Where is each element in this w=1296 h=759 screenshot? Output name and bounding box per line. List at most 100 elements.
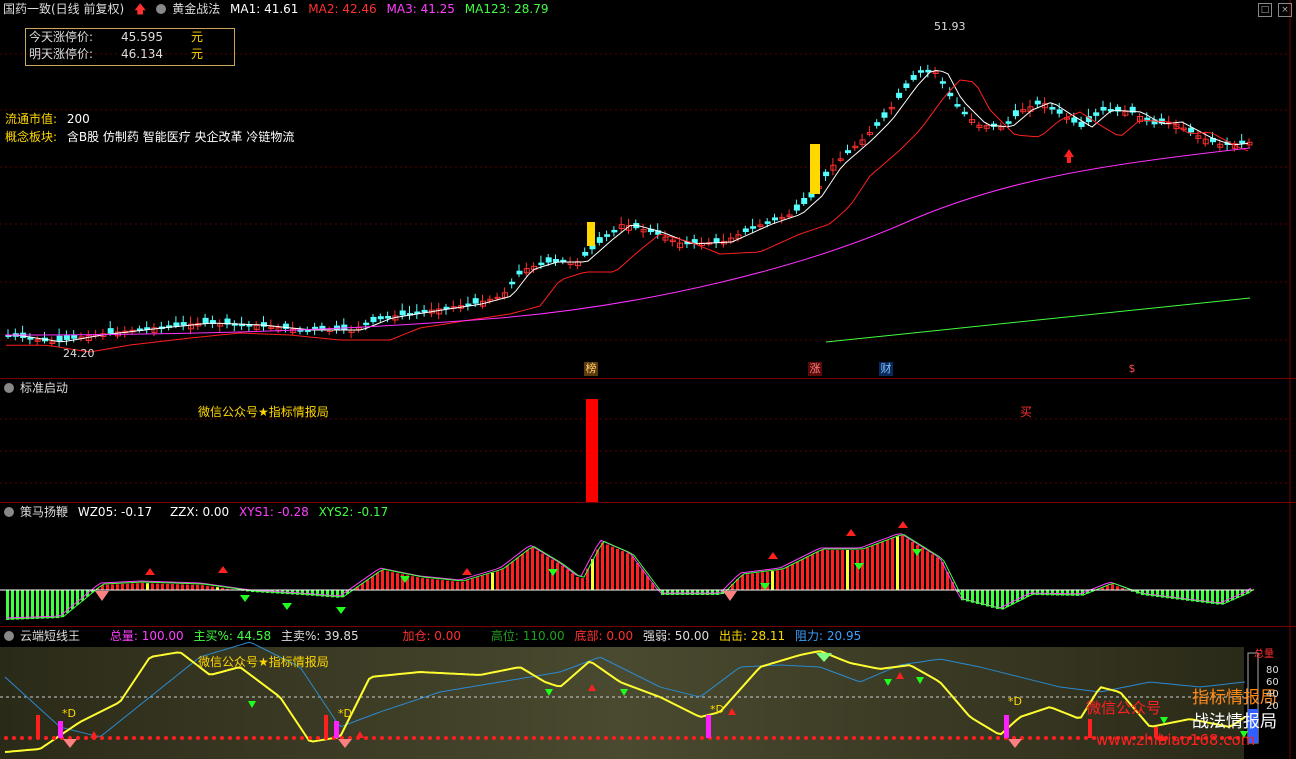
bottom-dot bbox=[52, 736, 56, 740]
down-signal-icon bbox=[916, 677, 924, 684]
yunduan-panel[interactable]: 云端短线王 总量: 100.00 主买%: 44.58 主卖%: 39.85 加… bbox=[0, 626, 1296, 758]
histogram-bar bbox=[546, 557, 549, 590]
histogram-bar bbox=[161, 584, 164, 590]
bottom-dot bbox=[188, 736, 192, 740]
tomorrow-limit-value: 46.134 bbox=[121, 46, 191, 63]
candle-body bbox=[802, 199, 807, 204]
histogram-bar bbox=[561, 566, 564, 590]
histogram-bar bbox=[486, 574, 489, 590]
panel-menu-icon[interactable] bbox=[4, 383, 14, 393]
histogram-bar bbox=[771, 571, 774, 590]
candle-body bbox=[897, 93, 902, 97]
histogram-bar bbox=[866, 548, 869, 590]
bottom-dot bbox=[500, 736, 504, 740]
bottom-dot bbox=[260, 736, 264, 740]
bottom-dot bbox=[636, 736, 640, 740]
bottom-dot bbox=[692, 736, 696, 740]
candle-body bbox=[743, 229, 748, 232]
candle-body bbox=[1094, 113, 1099, 116]
event-tag-bang[interactable]: 榜 bbox=[584, 362, 598, 376]
concept-row: 概念板块: 含B股 仿制药 智能医疗 央企改革 冷链物流 bbox=[5, 128, 294, 145]
magenta-bar bbox=[58, 721, 63, 738]
ma3-line bbox=[5, 148, 1250, 335]
stock-title[interactable]: 国药一致(日线 前复权) bbox=[3, 2, 124, 16]
histogram-bar bbox=[896, 537, 899, 591]
histogram-bar bbox=[431, 579, 434, 590]
histogram-bar bbox=[936, 558, 939, 591]
candle-body bbox=[1079, 122, 1084, 126]
bottom-dot bbox=[460, 736, 464, 740]
event-tag-cai[interactable]: 财 bbox=[879, 362, 893, 376]
histogram-bar bbox=[21, 590, 24, 619]
candle-body bbox=[1072, 118, 1077, 122]
bottom-dot bbox=[84, 736, 88, 740]
event-tag-zhang[interactable]: 涨 bbox=[808, 362, 822, 376]
candle-body bbox=[510, 282, 515, 284]
buy-pct-value: 主买%: 44.58 bbox=[194, 629, 272, 643]
bottom-dot bbox=[196, 736, 200, 740]
restore-icon[interactable]: □ bbox=[1258, 3, 1272, 17]
bottom-dot bbox=[676, 736, 680, 740]
bottom-dot bbox=[12, 736, 16, 740]
bottom-dot bbox=[1052, 736, 1056, 740]
diamond-icon bbox=[338, 739, 352, 748]
histogram-bar bbox=[776, 571, 779, 591]
histogram-bar bbox=[416, 577, 419, 590]
candle-body bbox=[1189, 128, 1194, 132]
histogram-bar bbox=[1106, 586, 1109, 590]
histogram-bar bbox=[791, 565, 794, 591]
bottom-dot bbox=[284, 736, 288, 740]
yunduan-header: 云端短线王 总量: 100.00 主买%: 44.58 主卖%: 39.85 加… bbox=[0, 627, 867, 645]
scale-top-label: 总量 bbox=[1254, 645, 1274, 660]
cemayangbian-title[interactable]: 策马扬鞭 bbox=[20, 505, 68, 519]
standard-start-title[interactable]: 标准启动 bbox=[20, 381, 68, 395]
candle-body bbox=[846, 151, 851, 153]
watermark-text: 微信公众号★指标情报局 bbox=[198, 653, 329, 670]
bottom-dot bbox=[244, 736, 248, 740]
candle-body bbox=[597, 238, 602, 243]
standard-start-panel[interactable]: 标准启动 微信公众号★指标情报局 买 bbox=[0, 378, 1296, 502]
candle-body bbox=[751, 227, 756, 229]
bottom-dot bbox=[772, 736, 776, 740]
up-signal-icon bbox=[145, 568, 155, 575]
histogram-bar bbox=[606, 545, 609, 590]
histogram-bar bbox=[506, 565, 509, 590]
event-tag-dollar[interactable]: $ bbox=[1126, 362, 1138, 376]
histogram-bar bbox=[471, 579, 474, 590]
indicator-name[interactable]: 黄金战法 bbox=[172, 2, 220, 16]
bottom-dot bbox=[932, 736, 936, 740]
down-signal-icon bbox=[884, 679, 892, 686]
panel-menu-icon[interactable] bbox=[4, 631, 14, 641]
panel-menu-icon[interactable] bbox=[4, 507, 14, 517]
bottom-dot bbox=[820, 736, 824, 740]
price-panel[interactable]: 国药一致(日线 前复权) 🡅 黄金战法 MA1: 41.61 MA2: 42.4… bbox=[0, 0, 1296, 378]
float-value: 200 bbox=[67, 112, 90, 126]
bottom-dot bbox=[596, 736, 600, 740]
limit-price-box: 今天涨停价:45.595元 明天涨停价:46.134元 bbox=[25, 28, 235, 66]
indicator-menu-icon[interactable] bbox=[156, 4, 166, 14]
candle-body bbox=[605, 235, 610, 237]
candle-body bbox=[378, 317, 383, 319]
bottom-dot bbox=[996, 736, 1000, 740]
red-volume-bar bbox=[36, 715, 40, 738]
histogram-bar bbox=[496, 571, 499, 590]
high-value: 高位: 110.00 bbox=[491, 629, 565, 643]
histogram-bar bbox=[921, 548, 924, 590]
bottom-dot bbox=[836, 736, 840, 740]
up-signal-icon bbox=[462, 568, 472, 575]
close-icon[interactable]: × bbox=[1278, 3, 1292, 17]
bottom-dot bbox=[1068, 736, 1072, 740]
low-price-mark: 24.20 bbox=[63, 347, 95, 360]
bottom-dot bbox=[180, 736, 184, 740]
bottom-dot bbox=[892, 736, 896, 740]
cemayangbian-panel[interactable]: 策马扬鞭 WZ05: -0.17 ZZX: 0.00 XYS1: -0.28 X… bbox=[0, 502, 1296, 626]
candle-body bbox=[386, 316, 391, 318]
cemayangbian-header: 策马扬鞭 WZ05: -0.17 ZZX: 0.00 XYS1: -0.28 X… bbox=[0, 503, 394, 521]
candle-body bbox=[174, 323, 179, 326]
histogram-bar bbox=[41, 590, 44, 619]
bottom-dot bbox=[948, 736, 952, 740]
histogram-bar bbox=[531, 548, 534, 590]
histogram-bar bbox=[206, 586, 209, 590]
yunduan-title[interactable]: 云端短线王 bbox=[20, 629, 80, 643]
histogram-bar bbox=[931, 554, 934, 590]
